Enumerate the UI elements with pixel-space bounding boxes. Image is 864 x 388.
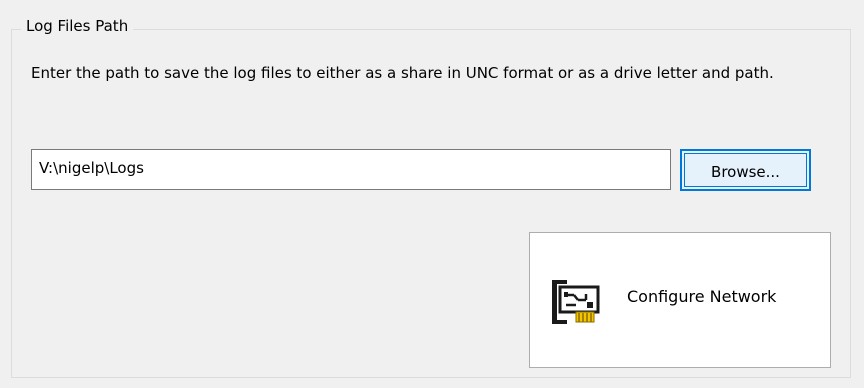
group-title: Log Files Path bbox=[21, 16, 134, 36]
configure-network-label: Configure Network bbox=[627, 287, 777, 306]
log-path-input[interactable] bbox=[31, 149, 671, 190]
configure-network-button[interactable]: Configure Network bbox=[529, 232, 831, 368]
network-card-icon bbox=[552, 280, 600, 324]
path-description: Enter the path to save the log files to … bbox=[31, 64, 774, 82]
browse-button[interactable]: Browse... bbox=[680, 149, 811, 191]
browse-button-label: Browse... bbox=[711, 163, 780, 181]
